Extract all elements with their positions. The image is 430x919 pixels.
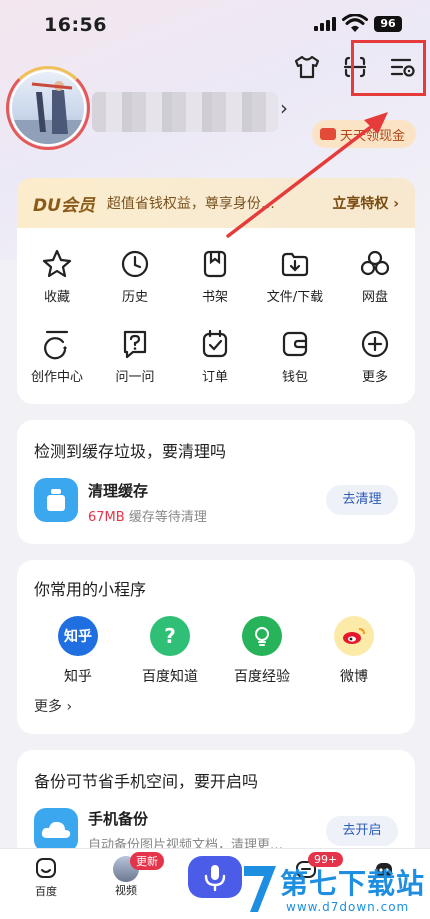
tab-label: 视频 bbox=[115, 884, 137, 897]
vip-brand: DU会员 bbox=[33, 195, 95, 216]
question-icon bbox=[123, 330, 147, 359]
mini-program-label: 微博 bbox=[340, 669, 368, 685]
cash-reward-label: 天天领现金 bbox=[340, 128, 406, 144]
watermark-url: www.d7down.com bbox=[286, 900, 410, 914]
grid-label: 问一问 bbox=[115, 370, 155, 385]
grid-label: 书架 bbox=[201, 290, 228, 305]
cache-item-title: 清理缓存 bbox=[88, 482, 149, 500]
enable-backup-button[interactable]: 去开启 bbox=[326, 816, 398, 846]
clock-icon bbox=[121, 250, 149, 278]
cache-title: 检测到缓存垃圾，要清理吗 bbox=[34, 442, 227, 461]
lightbulb-icon bbox=[242, 616, 282, 656]
battery-icon: 96 bbox=[374, 16, 402, 32]
video-update-badge: 更新 bbox=[130, 852, 164, 870]
clean-button[interactable]: 去清理 bbox=[326, 485, 398, 515]
highlight-box bbox=[351, 40, 426, 96]
mini-program-zhihu[interactable]: 知乎 知乎 bbox=[36, 616, 120, 686]
grid-item-history[interactable]: 历史 bbox=[95, 248, 175, 305]
watermark-logo-icon bbox=[244, 866, 276, 912]
download-icon bbox=[281, 252, 309, 277]
grid-label: 更多 bbox=[361, 370, 388, 385]
order-icon bbox=[202, 329, 228, 358]
star-icon bbox=[42, 249, 72, 278]
grid-label: 文件/下载 bbox=[266, 290, 324, 305]
cache-size: 67MB bbox=[88, 510, 125, 525]
vip-link[interactable]: 立享特权 › bbox=[332, 193, 399, 213]
grid-item-ask[interactable]: 问一问 bbox=[95, 328, 175, 385]
tab-home[interactable]: 百度 bbox=[16, 856, 76, 899]
avatar[interactable] bbox=[10, 70, 86, 146]
grid-item-cloud-drive[interactable]: 网盘 bbox=[335, 248, 415, 305]
voice-search-button[interactable] bbox=[188, 856, 242, 898]
plus-icon bbox=[361, 330, 389, 358]
mini-program-label: 百度知道 bbox=[142, 669, 198, 685]
function-grid: 收藏 历史 书架 文件/下载 网盘 创作中心 问一问 订单 钱包 更多 bbox=[17, 228, 415, 404]
backup-title: 备份可节省手机空间，要开启吗 bbox=[34, 772, 259, 791]
weibo-icon bbox=[334, 616, 374, 656]
cash-reward-chip[interactable]: 天天领现金 bbox=[312, 120, 416, 148]
backup-item-title: 手机备份 bbox=[88, 810, 149, 828]
cache-size-desc: 缓存等待清理 bbox=[128, 510, 207, 525]
mini-program-weibo[interactable]: 微博 bbox=[312, 616, 396, 686]
vip-banner[interactable]: DU会员 超值省钱权益，尊享身份… 立享特权 › bbox=[17, 178, 415, 228]
tab-label: 百度 bbox=[35, 885, 57, 898]
status-time: 16:56 bbox=[44, 14, 107, 36]
grid-label: 网盘 bbox=[361, 290, 388, 305]
skin-icon[interactable] bbox=[290, 50, 324, 84]
grid-label: 收藏 bbox=[43, 290, 70, 305]
signal-icon bbox=[314, 17, 336, 31]
mini-programs-more[interactable]: 更多 › bbox=[34, 696, 72, 716]
home-icon bbox=[36, 858, 56, 878]
grid-item-downloads[interactable]: 文件/下载 bbox=[255, 248, 335, 305]
wifi-icon bbox=[342, 14, 368, 32]
zhihu-icon: 知乎 bbox=[58, 616, 98, 656]
microphone-icon bbox=[204, 865, 226, 892]
grid-item-favorites[interactable]: 收藏 bbox=[17, 248, 97, 305]
username-blurred[interactable] bbox=[92, 92, 278, 132]
watermark: 第七下载站 www.d7down.com bbox=[240, 858, 430, 919]
mini-program-baidu-jingyan[interactable]: 百度经验 bbox=[220, 616, 304, 686]
baidu-zhidao-icon: ? bbox=[150, 616, 190, 656]
mini-program-label: 百度经验 bbox=[234, 669, 290, 685]
mini-program-label: 知乎 bbox=[64, 669, 92, 685]
grid-label: 订单 bbox=[201, 370, 228, 385]
grid-item-wallet[interactable]: 钱包 bbox=[255, 328, 335, 385]
chevron-right-icon[interactable]: › bbox=[280, 96, 288, 120]
mini-program-baidu-zhidao[interactable]: ? 百度知道 bbox=[128, 616, 212, 686]
grid-item-orders[interactable]: 订单 bbox=[175, 328, 255, 385]
grid-label: 历史 bbox=[121, 290, 148, 305]
grid-item-more[interactable]: 更多 bbox=[335, 328, 415, 385]
cloud-icon bbox=[34, 808, 78, 852]
mini-programs-title: 你常用的小程序 bbox=[34, 580, 147, 599]
wallet-icon bbox=[282, 331, 308, 357]
grid-label: 创作中心 bbox=[30, 370, 83, 385]
grid-item-creator-center[interactable]: 创作中心 bbox=[17, 328, 97, 385]
create-icon bbox=[44, 330, 69, 360]
broom-icon bbox=[34, 478, 78, 522]
grid-label: 钱包 bbox=[281, 370, 308, 385]
red-envelope-icon bbox=[320, 128, 336, 140]
watermark-brand: 第七下载站 bbox=[280, 867, 426, 900]
bookshelf-icon bbox=[203, 250, 227, 278]
vip-description: 超值省钱权益，尊享身份… bbox=[106, 196, 275, 212]
cloud-drive-icon bbox=[360, 250, 390, 276]
grid-item-bookshelf[interactable]: 书架 bbox=[175, 248, 255, 305]
